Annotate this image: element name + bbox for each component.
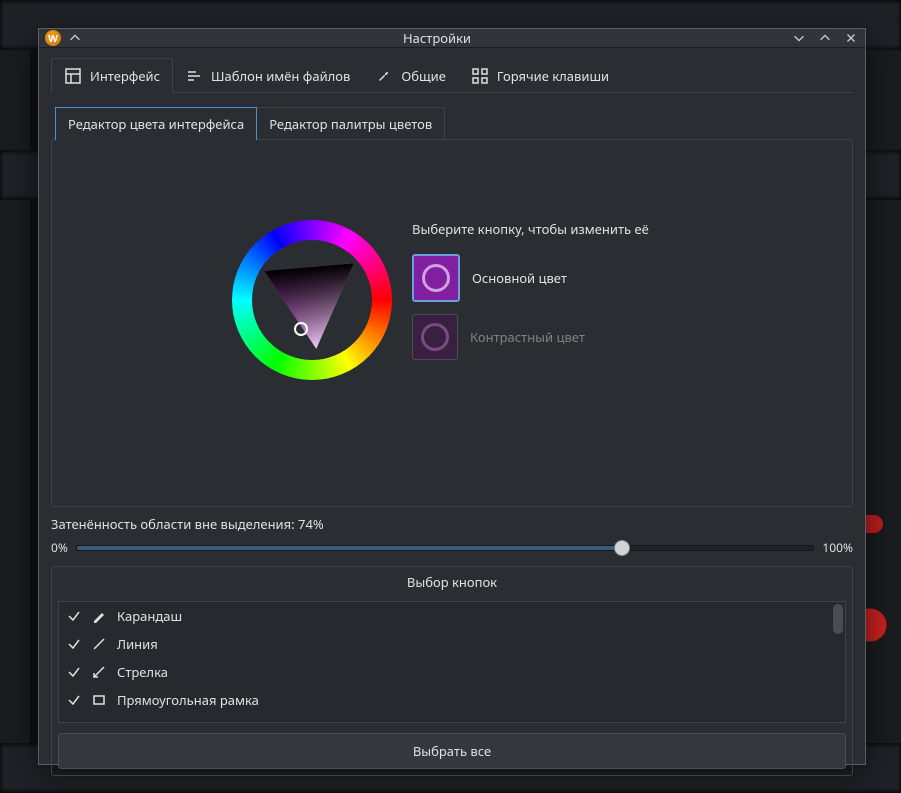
- check-icon[interactable]: [67, 665, 81, 679]
- tab-hotkeys[interactable]: Горячие клавиши: [458, 58, 622, 93]
- maximize-button[interactable]: [817, 30, 833, 46]
- tool-list: Карандаш Линия Стрелка Прямоугольная рам…: [58, 601, 846, 723]
- slider-max-label: 100%: [822, 539, 853, 556]
- rectangle-icon: [91, 692, 107, 708]
- list-item[interactable]: Стрелка: [59, 658, 845, 686]
- window-title: Настройки: [83, 29, 791, 47]
- slider-min-label: 0%: [51, 539, 68, 556]
- color-label-main: Основной цвет: [472, 269, 567, 287]
- color-editor-panel: Выберите кнопку, чтобы изменить её Основ…: [51, 139, 853, 507]
- wrench-icon: [375, 67, 393, 85]
- shade-slider[interactable]: [76, 545, 815, 551]
- tab-label: Шаблон имён файлов: [211, 67, 350, 85]
- arrow-icon: [91, 664, 107, 680]
- group-title: Выбор кнопок: [52, 567, 852, 597]
- button-selection-group: Выбор кнопок Карандаш Линия Стрелка: [51, 566, 853, 776]
- check-icon[interactable]: [67, 693, 81, 707]
- color-label-contrast: Контрастный цвет: [470, 328, 585, 346]
- color-button-contrast[interactable]: [412, 314, 458, 360]
- sv-triangle[interactable]: [257, 245, 367, 355]
- tab-filename[interactable]: Шаблон имён файлов: [172, 58, 363, 93]
- filename-icon: [185, 67, 203, 85]
- slider-thumb[interactable]: [614, 540, 630, 556]
- list-item[interactable]: Линия: [59, 630, 845, 658]
- tab-general[interactable]: Общие: [362, 58, 459, 93]
- tool-label: Стрелка: [117, 663, 168, 681]
- color-instruction: Выберите кнопку, чтобы изменить её: [412, 220, 672, 238]
- tab-label: Интерфейс: [90, 67, 160, 85]
- color-button-main[interactable]: [412, 254, 460, 302]
- menu-icon[interactable]: [67, 30, 83, 46]
- wheel-cursor[interactable]: [294, 322, 308, 336]
- tool-label: Прямоугольная рамка: [117, 691, 259, 709]
- color-wheel[interactable]: [232, 220, 392, 380]
- check-icon[interactable]: [67, 609, 81, 623]
- list-item[interactable]: Карандаш: [59, 602, 845, 630]
- tab-label: Общие: [401, 67, 446, 85]
- list-item[interactable]: Прямоугольная рамка: [59, 686, 845, 714]
- scrollbar[interactable]: [833, 604, 843, 634]
- settings-window: W Настройки Интерфейс: [38, 28, 866, 765]
- tool-label: Линия: [117, 635, 158, 653]
- main-tabs: Интерфейс Шаблон имён файлов Общие Горяч…: [39, 48, 865, 93]
- subtab-palette-editor[interactable]: Редактор палитры цветов: [256, 107, 445, 140]
- grid-icon: [471, 67, 489, 85]
- line-icon: [91, 636, 107, 652]
- titlebar[interactable]: W Настройки: [39, 29, 865, 48]
- subtab-color-editor[interactable]: Редактор цвета интерфейса: [55, 107, 257, 140]
- tab-interface[interactable]: Интерфейс: [51, 58, 173, 93]
- sub-tabs: Редактор цвета интерфейса Редактор палит…: [55, 107, 853, 140]
- select-all-button[interactable]: Выбрать все: [58, 733, 846, 769]
- minimize-button[interactable]: [791, 30, 807, 46]
- shade-label: Затенённость области вне выделения: 74%: [51, 515, 853, 533]
- pencil-icon: [91, 608, 107, 624]
- tab-label: Горячие клавиши: [497, 67, 609, 85]
- app-icon: W: [45, 30, 61, 46]
- close-button[interactable]: [843, 30, 859, 46]
- interface-icon: [64, 67, 82, 85]
- check-icon[interactable]: [67, 637, 81, 651]
- tool-label: Карандаш: [117, 607, 182, 625]
